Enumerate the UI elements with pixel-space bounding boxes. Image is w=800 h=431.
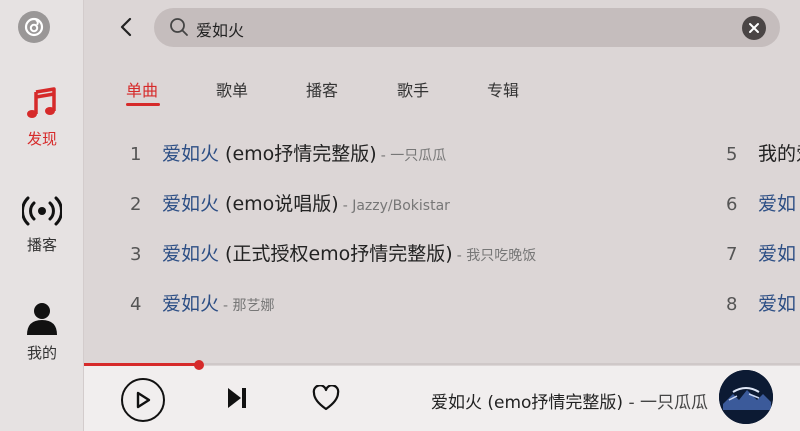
progress-handle[interactable] — [193, 360, 204, 370]
song-row[interactable]: 1 爱如火 (emo抒情完整版) - 一只瓜瓜 — [130, 139, 446, 169]
track-number: 6 — [726, 194, 738, 215]
track-number: 3 — [130, 244, 142, 265]
now-playing-title: 爱如火 (emo抒情完整版) — [430, 393, 624, 413]
album-cover[interactable] — [719, 370, 773, 424]
tab-songs[interactable]: 单曲 — [126, 77, 158, 101]
active-tab-indicator — [126, 103, 160, 106]
song-row[interactable]: 6 爱如 — [726, 189, 796, 219]
sidebar-item-label: 播客 — [26, 236, 57, 254]
track-number: 2 — [130, 194, 142, 215]
sidebar-item-label: 发现 — [26, 130, 57, 148]
play-icon — [136, 391, 151, 409]
song-row[interactable]: 7 爱如 — [726, 239, 796, 269]
back-button[interactable] — [114, 14, 138, 40]
song-artist: - 一只瓜瓜 — [380, 148, 447, 164]
search-bar[interactable]: 爱如火 — [154, 8, 780, 47]
clear-search-button[interactable] — [742, 16, 766, 40]
tab-artists[interactable]: 歌手 — [397, 77, 429, 101]
song-artist: - 那艺娜 — [223, 298, 275, 314]
song-title: 爱如 — [758, 193, 797, 215]
song-title: 爱如 — [758, 243, 797, 265]
song-title: 爱如火 (emo说唱版) — [162, 193, 339, 215]
song-row[interactable]: 4 爱如火 - 那艺娜 — [130, 289, 275, 319]
sidebar: 发现 播客 我的 — [0, 0, 84, 431]
user-icon — [27, 303, 57, 335]
song-artist: - Jazzy/Bokistar — [342, 198, 450, 214]
close-icon — [749, 23, 759, 33]
play-button[interactable] — [121, 378, 165, 422]
search-input[interactable]: 爱如火 — [196, 17, 244, 41]
song-row[interactable]: 5 我的爱 — [726, 139, 800, 169]
song-title: 爱如火 — [162, 293, 220, 315]
track-number: 4 — [130, 294, 142, 315]
tab-podcasts[interactable]: 播客 — [306, 77, 338, 101]
song-row[interactable]: 2 爱如火 (emo说唱版) - Jazzy/Bokistar — [130, 189, 450, 219]
sidebar-item-podcast[interactable]: 播客 — [0, 194, 84, 255]
sidebar-item-discover[interactable]: 发现 — [0, 86, 84, 149]
sidebar-item-mine[interactable]: 我的 — [0, 300, 84, 363]
song-title: 爱如火 (emo抒情完整版) — [162, 143, 377, 165]
chevron-left-icon — [120, 17, 132, 37]
song-title: 爱如 — [758, 293, 797, 315]
like-button[interactable] — [311, 384, 341, 412]
skip-next-icon — [228, 388, 246, 408]
song-title: 我的爱 — [758, 143, 800, 165]
song-row[interactable]: 8 爱如 — [726, 289, 796, 319]
track-number: 7 — [726, 244, 738, 265]
tab-albums[interactable]: 专辑 — [487, 77, 519, 101]
progress-fill — [84, 363, 199, 366]
song-row[interactable]: 3 爱如火 (正式授权emo抒情完整版) - 我只吃晚饭 — [130, 239, 536, 269]
search-icon — [170, 18, 188, 36]
now-playing-info[interactable]: 爱如火 (emo抒情完整版) - 一只瓜瓜 — [431, 388, 708, 413]
music-note-icon — [27, 87, 56, 118]
track-number: 8 — [726, 294, 738, 315]
netease-logo-icon[interactable] — [18, 11, 50, 43]
song-title: 爱如火 (正式授权emo抒情完整版) — [162, 243, 453, 265]
sidebar-item-label: 我的 — [26, 344, 57, 362]
broadcast-icon — [22, 196, 62, 226]
song-artist: - 我只吃晚饭 — [456, 248, 537, 264]
now-playing-artist: - 一只瓜瓜 — [623, 393, 708, 413]
heart-icon — [312, 385, 340, 411]
track-number: 5 — [726, 144, 738, 165]
track-number: 1 — [130, 144, 142, 165]
album-art-image — [719, 370, 773, 424]
next-track-button[interactable] — [224, 384, 250, 412]
tab-playlists[interactable]: 歌单 — [216, 77, 248, 101]
